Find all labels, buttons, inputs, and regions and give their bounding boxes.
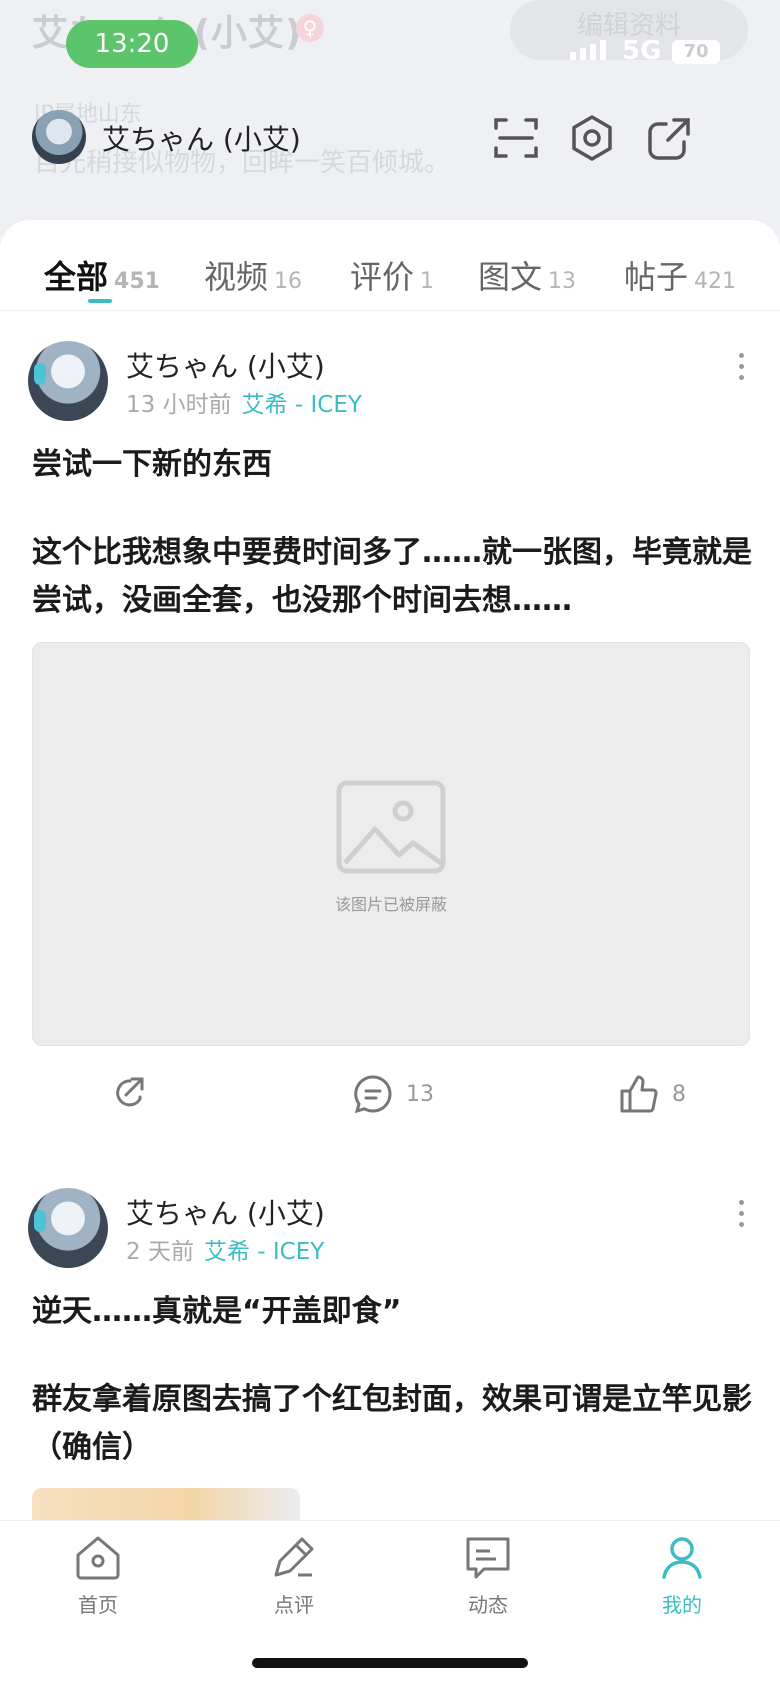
tab-label: 图文: [478, 258, 543, 296]
header-username: 艾ちゃん (小艾): [102, 123, 301, 156]
share-icon[interactable]: [644, 112, 696, 164]
tab-count: 421: [694, 269, 737, 294]
image-placeholder-icon: [336, 780, 446, 874]
nav-label: 点评: [274, 1593, 314, 1617]
message-icon: [466, 1537, 510, 1579]
thumbs-up-icon: [620, 1075, 658, 1113]
share-button[interactable]: [108, 1073, 148, 1113]
blocked-image-text: 该图片已被屏蔽: [334, 895, 447, 914]
like-button[interactable]: 8: [618, 1073, 686, 1115]
post-body: 这个比我想象中要费时间多了……就一张图，毕竟就是尝试，没画全套，也没那个时间去想…: [32, 535, 752, 618]
profile-header: 艾ちゃん (小艾) ♀ 编辑资料 IP属地山东 目光稍接似物物，回眸一笑百倾城。…: [0, 0, 780, 235]
post-author[interactable]: 艾ちゃん (小艾): [126, 345, 325, 385]
avatar[interactable]: [28, 1188, 108, 1268]
post-topic[interactable]: 艾希 - ICEY: [204, 1239, 324, 1265]
signal-icon: [570, 40, 606, 60]
settings-icon[interactable]: [566, 112, 618, 164]
avatar[interactable]: [32, 110, 86, 164]
comment-count: 13: [406, 1081, 434, 1107]
tab-posts[interactable]: 帖子 421: [624, 252, 736, 298]
tab-label: 全部: [44, 258, 109, 296]
nav-home[interactable]: 首页: [38, 1531, 158, 1618]
post-time: 2 天前: [126, 1239, 194, 1265]
post-card[interactable]: 艾ちゃん (小艾) 2 天前 艾希 - ICEY 逆天……真就是“开盖即食” 群友…: [0, 1158, 780, 1520]
tab-label: 评价: [350, 258, 415, 296]
active-tab-indicator: [88, 299, 112, 303]
post-body: 群友拿着原图去搞了个红包封面，效果可谓是立竿见影（确信）: [32, 1382, 752, 1465]
tab-video[interactable]: 视频 16: [204, 252, 302, 298]
nav-label: 首页: [78, 1593, 118, 1617]
share-icon: [116, 1077, 144, 1107]
post-meta: 13 小时前 艾希 - ICEY: [126, 385, 362, 419]
comment-icon: [354, 1075, 392, 1114]
nav-review[interactable]: 点评: [234, 1531, 354, 1618]
like-count: 8: [672, 1081, 686, 1107]
pen-icon: [274, 1537, 314, 1577]
post-topic[interactable]: 艾希 - ICEY: [242, 392, 362, 418]
tab-label: 视频: [204, 258, 269, 296]
home-icon: [76, 1536, 120, 1580]
post-author[interactable]: 艾ちゃん (小艾): [126, 1192, 325, 1232]
more-icon[interactable]: [739, 353, 745, 386]
tab-count: 451: [114, 269, 160, 294]
post-card[interactable]: 艾ちゃん (小艾) 13 小时前 艾希 - ICEY 尝试一下新的东西 这个比我想…: [0, 311, 780, 1145]
nav-label: 我的: [662, 1593, 702, 1617]
status-time: 13:20: [66, 20, 198, 68]
nav-me[interactable]: 我的: [622, 1531, 742, 1618]
avatar[interactable]: [28, 341, 108, 421]
battery-indicator: 70: [672, 40, 720, 64]
blocked-image[interactable]: 该图片已被屏蔽: [32, 642, 750, 1046]
home-indicator: [252, 1658, 528, 1668]
female-icon: ♀: [296, 14, 324, 42]
post-meta: 2 天前 艾希 - ICEY: [126, 1232, 324, 1266]
network-type: 5G: [622, 36, 662, 66]
more-icon[interactable]: [739, 1200, 745, 1233]
tab-label: 帖子: [624, 258, 689, 296]
tab-review[interactable]: 评价 1: [350, 252, 434, 298]
tab-image-text[interactable]: 图文 13: [478, 252, 576, 298]
tab-all[interactable]: 全部 451: [44, 252, 160, 298]
post-time: 13 小时前: [126, 392, 232, 418]
tab-count: 16: [274, 269, 303, 294]
post-title: 逆天……真就是“开盖即食”: [32, 1294, 402, 1329]
tab-count: 13: [548, 269, 577, 294]
nav-label: 动态: [468, 1593, 508, 1617]
tab-count: 1: [420, 269, 435, 294]
scan-icon[interactable]: [490, 112, 542, 164]
user-icon: [662, 1537, 702, 1579]
comment-button[interactable]: 13: [352, 1073, 434, 1115]
post-title: 尝试一下新的东西: [32, 447, 272, 482]
nav-feed[interactable]: 动态: [428, 1531, 548, 1618]
